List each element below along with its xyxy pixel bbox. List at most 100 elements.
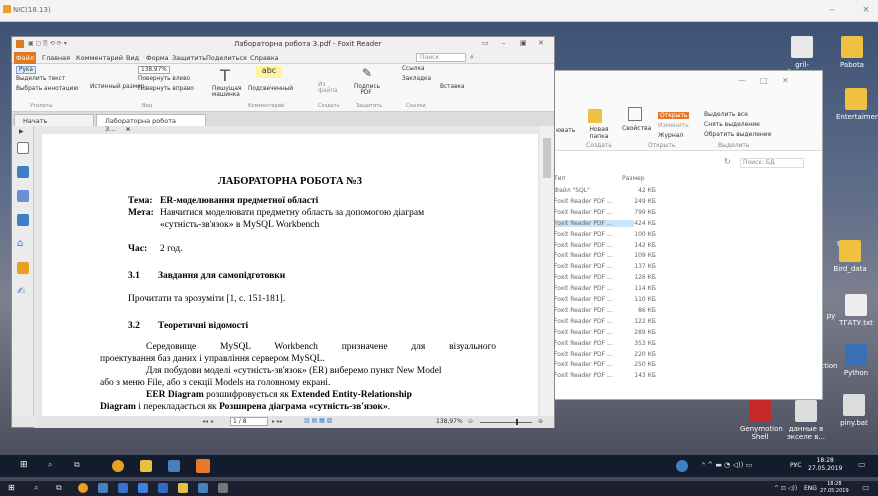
edit-button[interactable]: Изменить [658, 122, 689, 129]
chrome-icon[interactable] [112, 460, 124, 472]
desktop-icon-bird-data[interactable]: Bird_data [830, 240, 870, 273]
close-icon[interactable]: ✕ [538, 39, 544, 47]
zoom-slider-thumb[interactable] [516, 419, 518, 425]
menu-home[interactable]: Главная [42, 54, 70, 62]
maximize-icon[interactable]: □ [760, 76, 768, 85]
menu-form[interactable]: Форма [146, 54, 169, 62]
clock[interactable]: 18:28 27.05.2019 [820, 481, 849, 495]
expand-panel-icon[interactable]: ▶ [19, 128, 24, 135]
search-icon[interactable]: ⌕ [48, 460, 60, 472]
chrome-icon[interactable] [78, 483, 88, 493]
restore-ribbon-icon[interactable]: ▭ [482, 39, 489, 47]
desktop-icon-excel-data[interactable]: данные в экселе в... [786, 400, 826, 441]
comments-icon[interactable] [17, 190, 29, 202]
language-indicator[interactable]: РУС [790, 462, 801, 469]
select-annotation-button[interactable]: Выбрать аннотацию [16, 86, 78, 92]
close-icon[interactable]: × [860, 4, 872, 16]
desktop-icon-entertaiment[interactable]: Entertaiment [836, 88, 878, 121]
search-icon[interactable]: ⌕ [470, 53, 474, 62]
file-tab[interactable]: Файл [14, 52, 36, 64]
folder-icon[interactable] [140, 460, 152, 472]
windows-start-icon[interactable]: ⊞ [8, 483, 15, 492]
attachments-icon[interactable]: ⌂ [17, 238, 29, 250]
minimize-icon[interactable]: – [502, 39, 506, 47]
layers-icon[interactable] [17, 214, 29, 226]
tab-start[interactable]: Начать [14, 114, 94, 126]
menu-help[interactable]: Справка [250, 54, 279, 62]
next-page-icon[interactable]: ▸ ▸▸ [272, 418, 283, 425]
journal-button[interactable]: Журнал [658, 132, 683, 139]
app-icon[interactable] [118, 483, 128, 493]
page-number-input[interactable]: 1 / 8 [230, 417, 268, 426]
menu-protect[interactable]: Защитить [172, 54, 206, 62]
foxit-taskbar-icon[interactable] [196, 459, 210, 473]
tray-app-icon[interactable] [676, 460, 688, 472]
notifications-icon[interactable]: ▭ [858, 460, 866, 469]
desktop-icon-pabota[interactable]: Pabota [832, 36, 872, 69]
rotate-right-button[interactable]: Повернуть вправо [138, 86, 194, 92]
scroll-thumb[interactable] [543, 138, 551, 178]
bookmarks-icon[interactable] [17, 166, 29, 178]
search-icon[interactable]: ⌕ [34, 483, 38, 493]
sign-pdf-button[interactable]: Подпись PDF [354, 84, 380, 96]
zoom-out-icon[interactable]: ⊖ [468, 418, 473, 425]
foxit-search-input[interactable]: Поиск [416, 53, 466, 62]
explorer-search-input[interactable]: Поиск: БД [740, 158, 804, 168]
menu-share[interactable]: Поделиться [206, 54, 247, 62]
close-icon[interactable]: ✕ [782, 76, 789, 85]
app-icon[interactable] [218, 483, 228, 493]
deselect-button[interactable]: Снять выделение [704, 121, 760, 128]
properties-button[interactable]: Свойства [622, 125, 651, 132]
select-all-button[interactable]: Выделить все [704, 111, 748, 118]
app-icon[interactable] [198, 483, 208, 493]
app-icon[interactable] [98, 483, 108, 493]
select-text-button[interactable]: Выделить текст [16, 76, 65, 82]
tray-icons[interactable]: ^ ⊡ ◁)) [774, 485, 797, 492]
app-icon[interactable] [158, 483, 168, 493]
link-button[interactable]: Ссылка [402, 66, 425, 72]
menu-view[interactable]: Вид [126, 54, 139, 62]
new-folder-button[interactable]: Новая папка [584, 126, 614, 140]
from-file-button[interactable]: Из файла [318, 82, 340, 94]
task-view-icon[interactable]: ⧉ [56, 483, 62, 493]
close-tab-icon[interactable]: × [125, 125, 130, 133]
folder-icon[interactable] [178, 483, 188, 493]
zoom-slider[interactable] [480, 422, 532, 423]
notifications-icon[interactable]: ▭ [862, 483, 870, 492]
hand-tool-button[interactable]: Рука [16, 66, 36, 74]
copy-button[interactable]: ювать [556, 127, 575, 134]
insert-button[interactable]: Вставка [440, 84, 465, 90]
bookmark-button[interactable]: Закладка [402, 76, 431, 82]
minimize-icon[interactable]: — [738, 76, 746, 85]
desktop-icon-piny[interactable]: piny.bat [834, 394, 874, 427]
open-button[interactable]: Открыть [658, 112, 690, 119]
zoom-input[interactable]: 138,97% [138, 66, 170, 74]
highlight-button[interactable]: Подсвеченный [248, 86, 293, 92]
task-view-icon[interactable]: ⧉ [74, 460, 86, 472]
view-mode-icons[interactable]: ▥ ▤ ▦ ▧ [304, 417, 332, 424]
desktop-icon-genymotion[interactable]: Genymotion Shell [740, 400, 783, 441]
typewriter-button[interactable]: Пишущая машинка [212, 86, 246, 98]
column-header-size[interactable]: Размер [622, 175, 662, 182]
first-page-icon[interactable]: ◂◂ ◂ [202, 418, 213, 425]
refresh-icon[interactable]: ↻ [724, 157, 731, 166]
desktop-icon-python[interactable]: Python [836, 344, 876, 377]
actual-size-button[interactable]: Истинный размер [90, 84, 144, 90]
security-icon[interactable] [17, 262, 29, 274]
vertical-scrollbar[interactable] [540, 126, 554, 416]
desktop-icon-tgatu[interactable]: ТГАТУ.txt [836, 294, 876, 327]
maximize-icon[interactable]: ▣ [520, 39, 527, 47]
clock[interactable]: 18:28 27.05.2019 [808, 457, 842, 473]
app-icon[interactable] [168, 460, 180, 472]
minimize-icon[interactable]: – [826, 4, 838, 16]
language-indicator[interactable]: ENG [804, 485, 817, 492]
rotate-left-button[interactable]: Повернуть влево [138, 76, 190, 82]
windows-start-icon[interactable]: ⊞ [20, 460, 32, 472]
tray-icons[interactable]: ᴬ ^ ▬ ◔ ◁)) ▭ [702, 461, 752, 469]
signature-icon[interactable]: ✍ [17, 286, 29, 298]
zoom-in-icon[interactable]: ⊕ [538, 418, 543, 425]
pages-icon[interactable] [17, 142, 29, 154]
quick-access-icons[interactable]: ▣ ▢ ⎘ ⟲ ⟳ ▾ [28, 40, 67, 48]
menu-comment[interactable]: Комментарий [76, 54, 123, 62]
invert-selection-button[interactable]: Обратить выделение [704, 131, 771, 138]
